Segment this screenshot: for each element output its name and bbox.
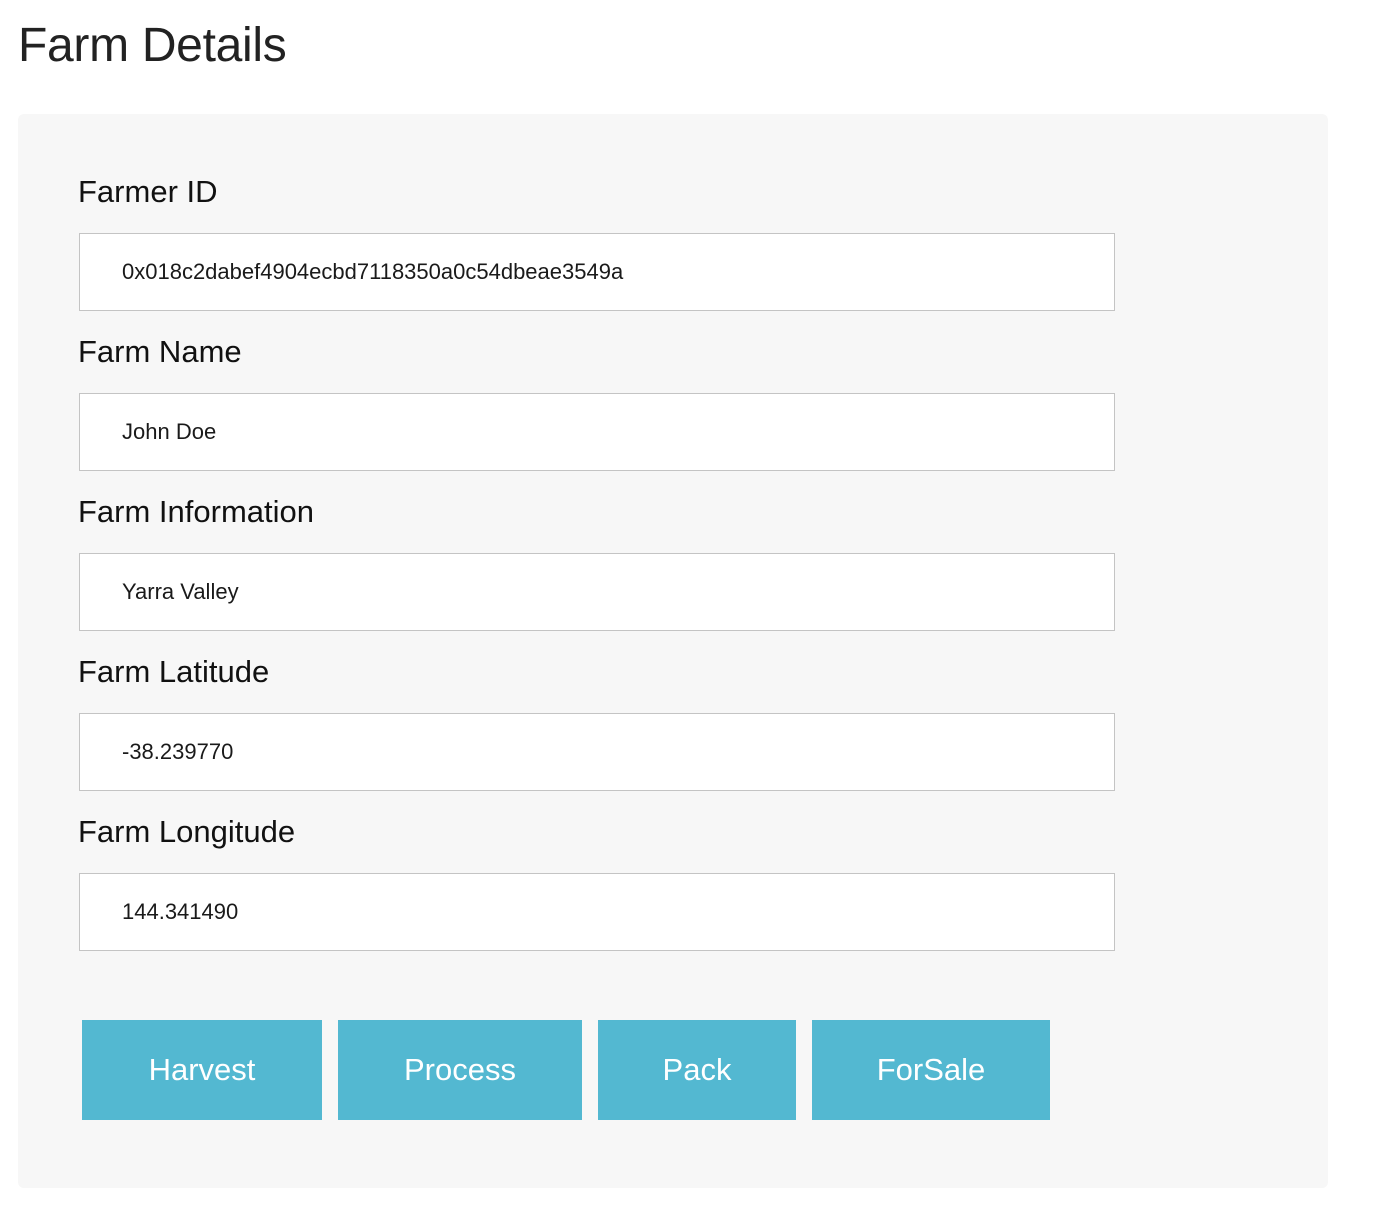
farm-latitude-input[interactable] xyxy=(79,713,1115,791)
farmer-id-input[interactable] xyxy=(79,233,1115,311)
process-button[interactable]: Process xyxy=(338,1020,582,1120)
farm-longitude-label: Farm Longitude xyxy=(78,814,296,849)
farm-information-input[interactable] xyxy=(79,553,1115,631)
harvest-button[interactable]: Harvest xyxy=(82,1020,322,1120)
page-title: Farm Details xyxy=(18,19,287,72)
pack-button[interactable]: Pack xyxy=(598,1020,796,1120)
forsale-button[interactable]: ForSale xyxy=(812,1020,1050,1120)
farm-latitude-label: Farm Latitude xyxy=(78,654,270,689)
farm-name-input[interactable] xyxy=(79,393,1115,471)
farm-details-form: Farmer ID Farm Name Farm Information Far… xyxy=(18,114,1328,1188)
farm-longitude-input[interactable] xyxy=(79,873,1115,951)
farm-name-label: Farm Name xyxy=(78,334,242,369)
farmer-id-label: Farmer ID xyxy=(78,174,218,209)
farm-information-label: Farm Information xyxy=(78,494,315,529)
